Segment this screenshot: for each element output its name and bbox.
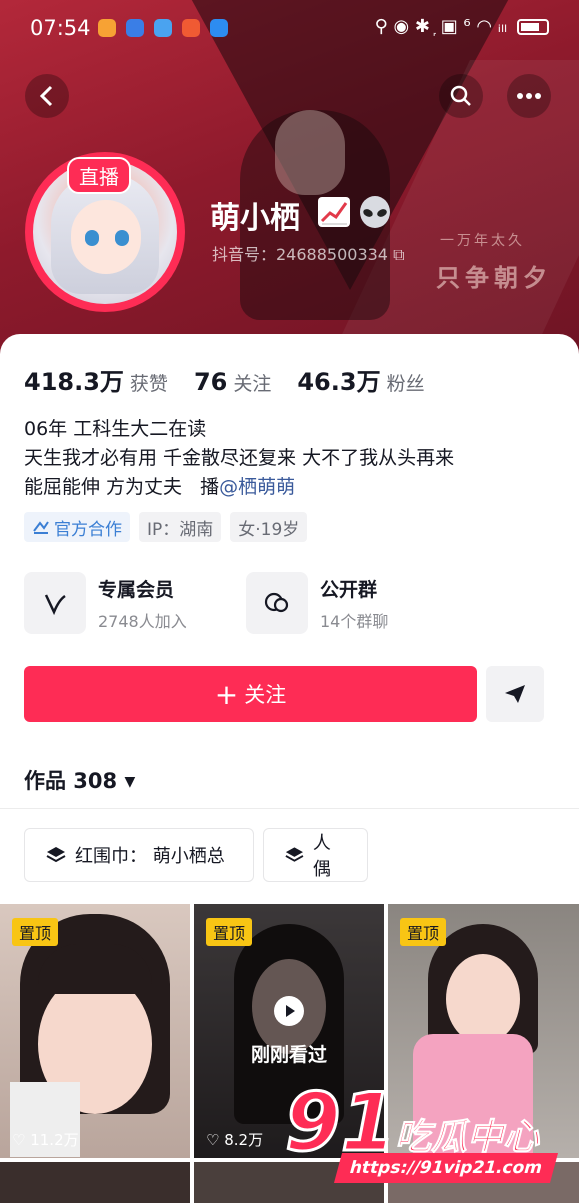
caret-down-icon: ▼ (124, 774, 136, 790)
plus-icon: + (214, 677, 239, 711)
more-dots-icon (517, 93, 541, 99)
chart-increasing-icon (318, 197, 350, 227)
chevron-left-icon (39, 85, 53, 107)
app-notification-icon (126, 19, 144, 37)
v-icon (24, 572, 86, 634)
battery-icon (517, 18, 549, 35)
likes-count[interactable]: 418.3万 (24, 362, 124, 397)
mention-link[interactable]: @栖萌萌 (219, 476, 295, 498)
bio-line-text: 能屈能伸 方为丈夫 播 (24, 476, 220, 498)
watermark-url-text: https://91vip21.com (347, 1158, 545, 1178)
public-group[interactable]: 公开群 14个群聊 (246, 572, 388, 634)
douyin-id[interactable]: 抖音号：24688500334 ⧉ (212, 241, 405, 265)
works-tab[interactable]: 作品 308 ▼ (24, 765, 135, 795)
bio-line: 06年 工科生大二在读 (24, 418, 207, 440)
status-app-icons (98, 19, 228, 37)
banner-slogan-large: 只争朝夕 (436, 264, 552, 292)
pinned-badge: 置顶 (206, 918, 253, 946)
layers-icon (285, 847, 304, 862)
tag-label: 官方合作 (54, 519, 122, 540)
play-icon (274, 996, 304, 1026)
follow-label: 关注 (244, 683, 287, 707)
status-indicators: ⚲ ◉ ✱ ᷊ ▣ ⁶ ◠ ᵢₗₗ (374, 16, 507, 37)
handshake-icon (33, 521, 49, 534)
group-subtitle: 14个群聊 (320, 611, 389, 631)
status-bar: 07:54 ⚲ ◉ ✱ ᷊ ▣ ⁶ ◠ ᵢₗₗ (0, 0, 579, 56)
divider (0, 808, 579, 809)
tag-official-cooperation[interactable]: 官方合作 (24, 512, 130, 542)
app-notification-icon (182, 19, 200, 37)
collection-doll[interactable]: 人偶 (263, 828, 368, 882)
tag-label: 女·19岁 (238, 519, 300, 540)
exclusive-membership[interactable]: 专属会员 2748人加入 (24, 572, 187, 634)
profile-bio: 06年 工科生大二在读 天生我才必有用 千金散尽还复来 大不了我从头再来 能屈能… (24, 415, 454, 502)
search-icon (450, 85, 471, 106)
app-notification-icon (210, 19, 228, 37)
profile-stats: 418.3万 获赞 76 关注 46.3万 粉丝 (24, 362, 451, 397)
app-notification-icon (98, 19, 116, 37)
pinned-badge: 置顶 (12, 918, 59, 946)
following-count[interactable]: 76 (194, 368, 227, 396)
like-count: ♡ 8.2万 (206, 1131, 264, 1149)
share-button[interactable] (486, 666, 544, 722)
status-time: 07:54 (30, 16, 91, 40)
video-thumbnail[interactable]: 置顶 ♡ 11.2万 (0, 904, 190, 1158)
layers-icon (46, 847, 66, 863)
alien-icon (357, 195, 393, 231)
poster-head (275, 110, 345, 195)
back-button[interactable] (25, 74, 69, 118)
membership-title: 专属会员 (98, 578, 175, 601)
works-label: 作品 308 (24, 769, 118, 793)
send-arrow-icon (505, 685, 525, 703)
watermark-url: https://91vip21.com (333, 1153, 559, 1183)
tag-gender-age: 女·19岁 (230, 512, 308, 542)
bio-line: 天生我才必有用 千金散尽还复来 大不了我从头再来 (24, 447, 455, 469)
video-thumbnail[interactable] (0, 1162, 190, 1203)
collection-label: 红围巾： 萌小栖总 (75, 846, 225, 867)
recently-watched-label: 刚刚看过 (250, 1044, 327, 1066)
tag-ip-location: IP：湖南 (139, 512, 222, 542)
app-notification-icon (154, 19, 172, 37)
live-badge[interactable]: 直播 (67, 157, 131, 194)
followers-count[interactable]: 46.3万 (297, 362, 380, 397)
nickname: 萌小栖 (210, 201, 300, 236)
following-label: 关注 (233, 373, 272, 395)
collection-red-scarf[interactable]: 红围巾： 萌小栖总 (24, 828, 254, 882)
follow-button[interactable]: + 关注 (24, 666, 477, 722)
profile-tags: 官方合作 IP：湖南 女·19岁 (24, 512, 308, 542)
like-count: ♡ 11.2万 (12, 1131, 79, 1149)
search-button[interactable] (439, 74, 483, 118)
tag-label: IP：湖南 (147, 519, 214, 540)
more-button[interactable] (507, 74, 551, 118)
followers-label: 粉丝 (386, 373, 425, 395)
collection-label: 人偶 (312, 833, 331, 880)
banner-slogan-small: 一万年太久 (440, 233, 525, 249)
group-title: 公开群 (320, 578, 378, 601)
pinned-badge: 置顶 (400, 918, 447, 946)
likes-label: 获赞 (129, 373, 168, 395)
chat-bubbles-icon (246, 572, 308, 634)
membership-subtitle: 2748人加入 (98, 611, 187, 631)
bio-line: 能屈能伸 方为丈夫 播@栖萌萌 (24, 473, 454, 502)
